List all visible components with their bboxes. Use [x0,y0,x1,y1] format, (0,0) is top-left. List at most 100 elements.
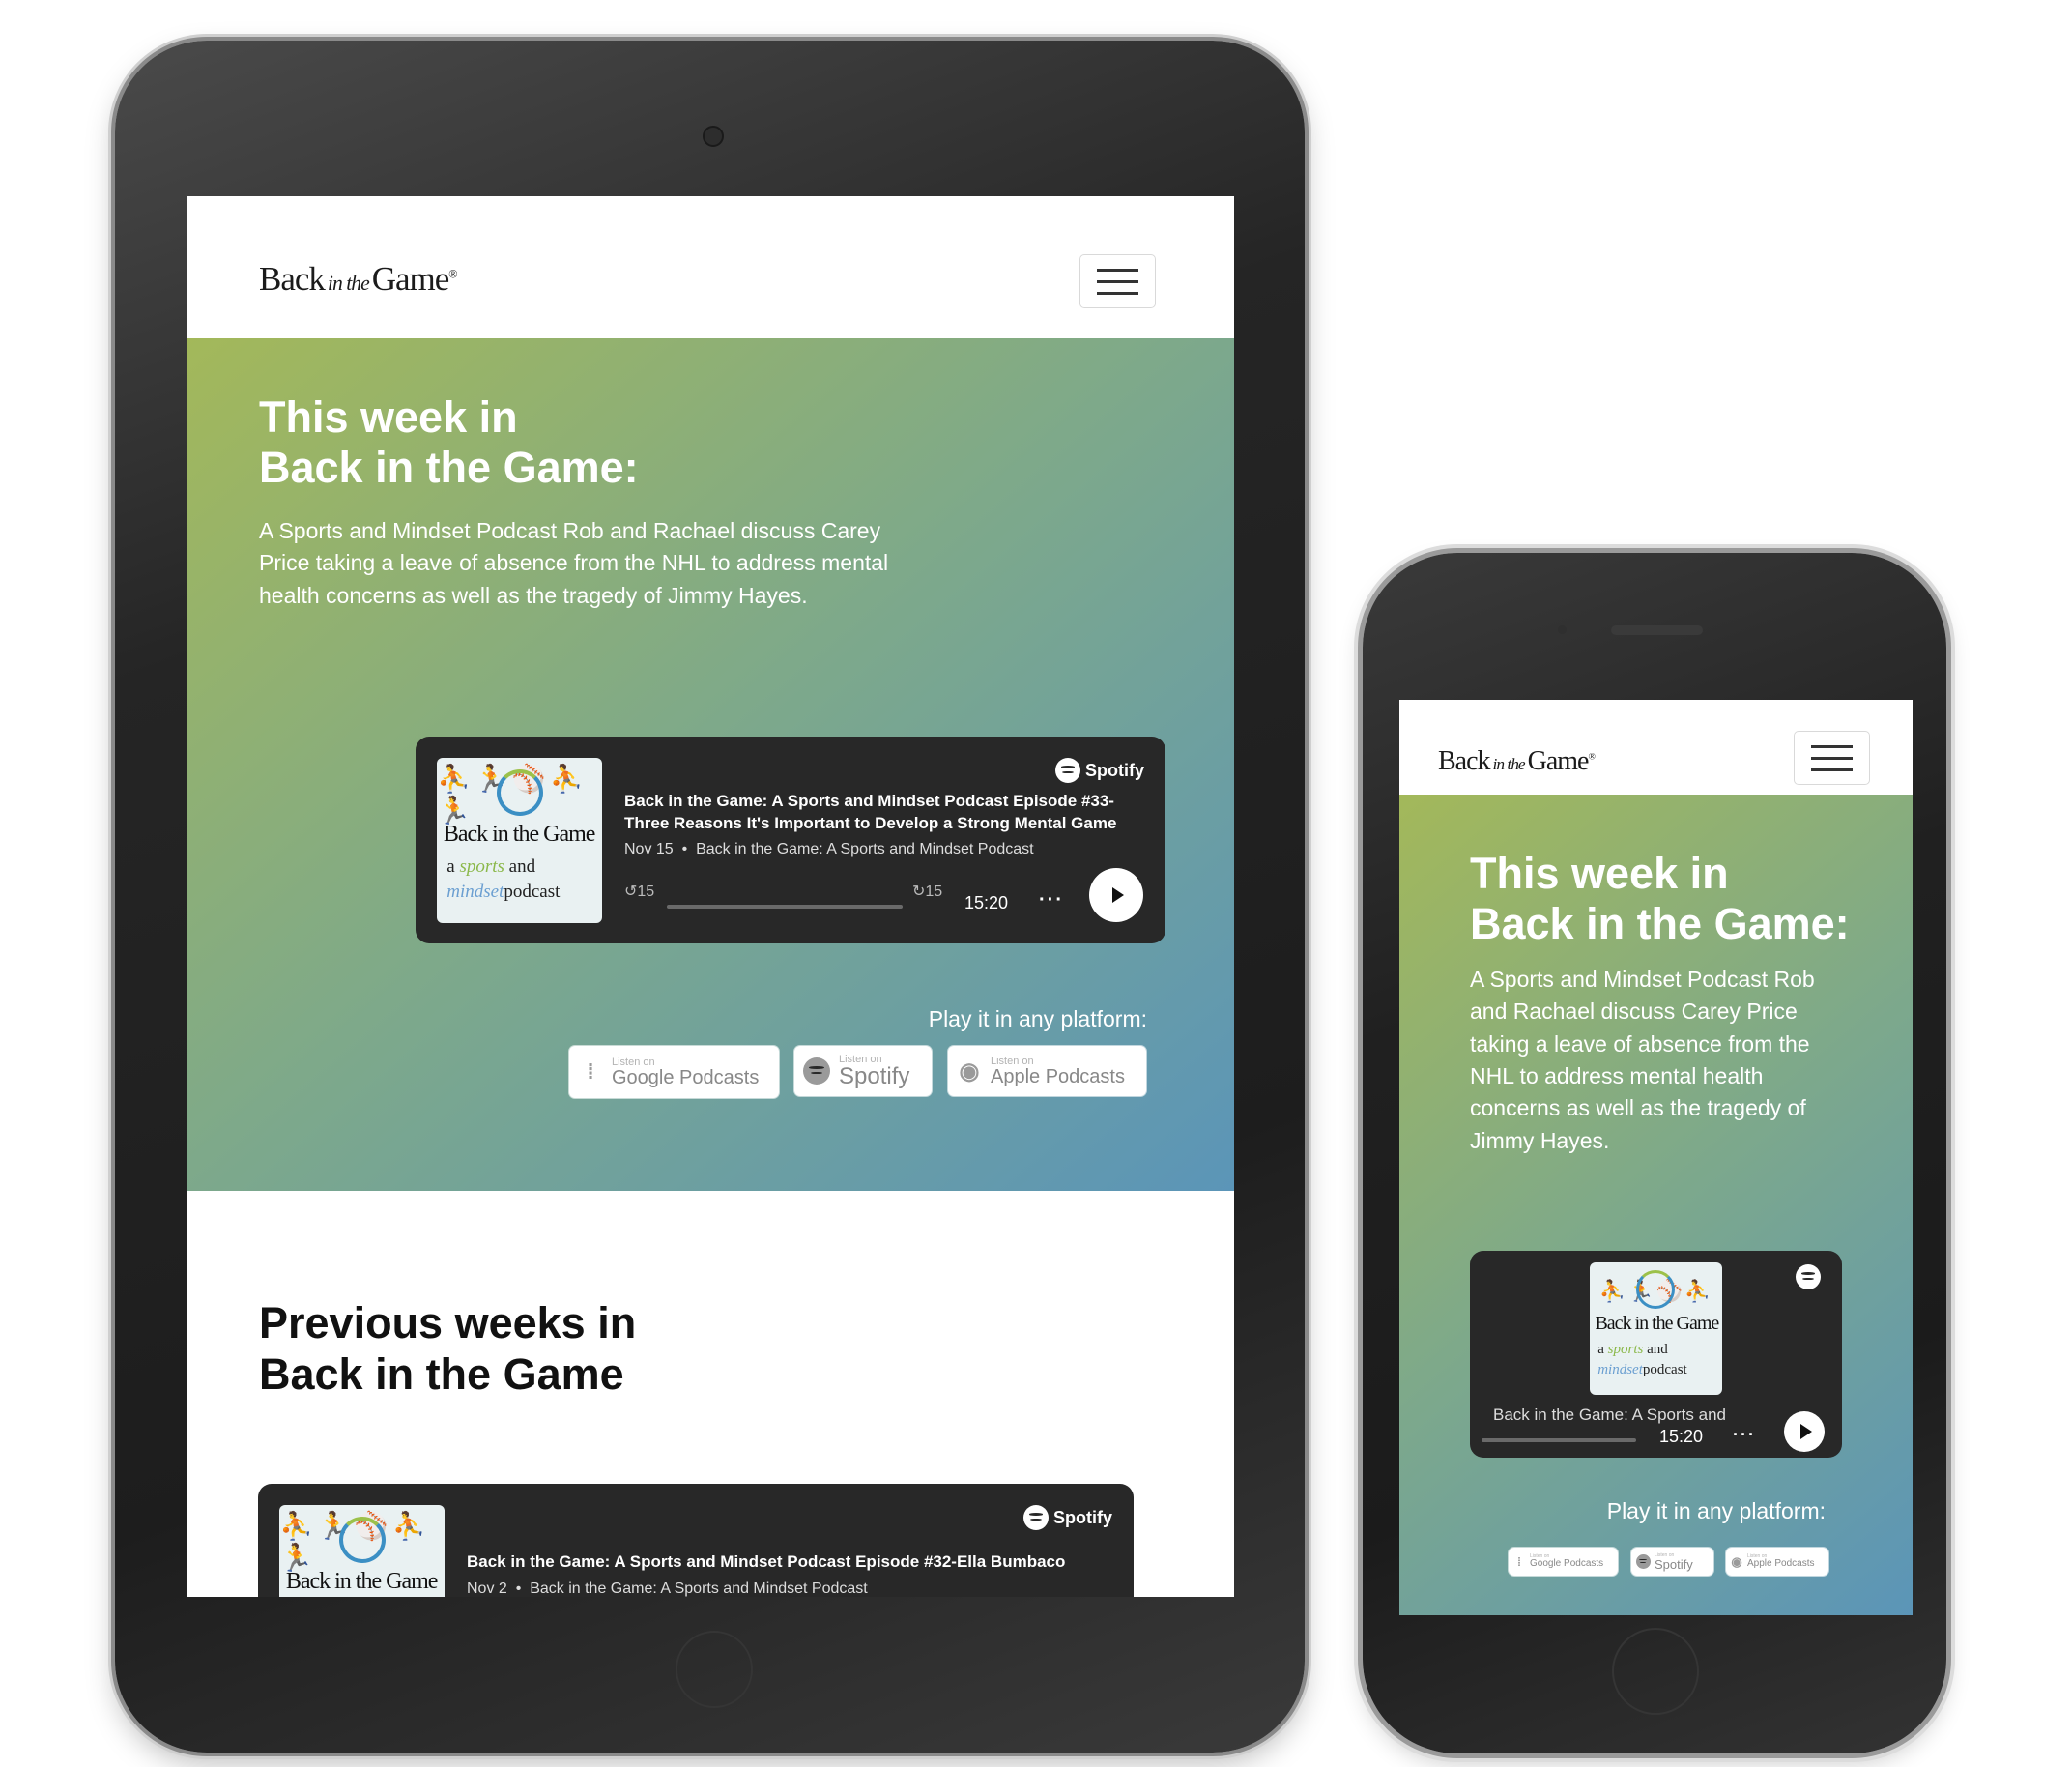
episode-duration: 15:20 [964,893,1009,912]
tablet-screen: Back in theGame® This week in Back in the … [187,196,1234,1597]
skip-back-label: 15 [637,884,655,900]
spotify-embed-player: ⛹🏃⚾⛹ Back in the Game a sports and minds… [1470,1251,1842,1458]
spotify-icon [1796,1264,1821,1289]
cover-ring-icon [497,769,543,816]
badge-label: Spotify [1655,1556,1693,1572]
menu-line-icon [1810,757,1854,760]
google-podcasts-badge[interactable]: ⁞ Listen on Google Podcasts [1509,1548,1618,1576]
spotify-brand[interactable]: Spotify [1055,758,1144,783]
hero-title-line1: This week in [259,392,518,442]
skip-forward-button[interactable]: ↻15 [912,882,942,901]
tablet-home-button [676,1631,753,1708]
spotify-brand[interactable] [1796,1264,1821,1289]
badge-small-text: Listen on [612,1056,655,1068]
tablet-device: Back in theGame® This week in Back in the … [115,41,1305,1753]
cover-subtitle: a sports and [446,856,536,877]
apple-podcasts-icon: ◉ [1731,1553,1742,1569]
menu-line-icon [1810,745,1854,748]
menu-line-icon [1810,768,1854,771]
hero-description: A Sports and Mindset Podcast Rob and Rac… [259,518,889,608]
hero-description: A Sports and Mindset Podcast Rob and Rac… [1470,967,1815,1153]
episode-meta: Nov 2 • Back in the Game: A Sports and M… [467,1580,868,1597]
tablet-camera [703,126,724,147]
menu-line-icon [1096,292,1139,295]
episode-date: Nov 2 [467,1580,507,1597]
spotify-icon [1023,1505,1049,1530]
episode-title[interactable]: Back in the Game: A Sports and Mindset P… [467,1551,1105,1574]
phone-device: Back in the Game® This week in Back in the … [1363,553,1946,1753]
cover-title: Back in the Game [443,822,596,847]
hero-title-line2: Back in the Game: [1470,899,1850,949]
menu-line-icon [1096,280,1139,283]
cover-subtitle-2: mindsetpodcast [1597,1362,1687,1377]
hero-title: This week in Back in the Game: [1470,849,1850,949]
skip-forward-label: 15 [925,884,943,900]
spotify-label: Spotify [1053,1507,1112,1527]
play-button[interactable] [1784,1411,1825,1452]
logo-text-end: Game [371,260,450,298]
skip-back-button[interactable]: ↺15 [624,882,654,901]
more-options-button[interactable]: ··· [1733,1425,1756,1445]
spotify-badge[interactable]: Listen on Spotify [1631,1548,1713,1576]
play-button[interactable] [1089,868,1143,922]
cover-subtitle-2: mindsetpodcast [446,882,561,902]
apple-podcasts-badge[interactable]: ◉ Listen on Apple Podcasts [948,1046,1146,1096]
cover-ring-icon [1636,1270,1675,1309]
logo-text-end: Game [1527,746,1590,776]
google-podcasts-icon: ⁞ [1517,1554,1521,1569]
spotify-icon [1055,758,1080,783]
logo-mark: ® [448,267,457,281]
progress-bar[interactable] [1482,1438,1636,1442]
brand-logo[interactable]: Backin theGame® [259,260,458,299]
spotify-badge[interactable]: Listen on Spotify [794,1046,932,1096]
phone-speaker [1611,625,1703,635]
podcast-cover-art: ⛹🏃⚾⛹🏃 Back in the Game [279,1505,445,1597]
progress-bar[interactable] [667,905,903,909]
previous-title: Previous weeks in Back in the Game [259,1297,636,1400]
hamburger-menu-button[interactable] [1794,731,1870,785]
brand-logo[interactable]: Backin theGame® [1438,746,1596,777]
previous-title-line2: Back in the Game [259,1349,624,1400]
google-podcasts-badge[interactable]: ⁞ Listen on Google Podcasts [569,1046,779,1098]
spotify-brand[interactable]: Spotify [1023,1505,1112,1530]
phone-camera [1558,625,1567,634]
logo-mark: ® [1588,751,1596,763]
badge-label: Google Podcasts [612,1066,760,1088]
logo-small-text: in the [1492,755,1526,773]
device-mockup-stage: Back in theGame® This week in Back in the … [0,0,2072,1767]
badge-small-text: Listen on [991,1055,1034,1067]
previous-weeks-section: Previous weeks in Back in the Game ⛹🏃⚾⛹🏃 … [187,1191,1234,1597]
apple-podcasts-icon: ◉ [959,1057,980,1085]
navbar: Backin theGame® [1399,700,1913,795]
google-podcasts-icon: ⁞ [587,1059,594,1084]
logo-text: Back [1438,746,1491,776]
badge-label: Apple Podcasts [991,1065,1125,1087]
episode-duration: 15:20 [1659,1427,1704,1446]
hero-title-line1: This week in [1470,849,1729,898]
more-options-button[interactable]: ··· [1039,889,1064,912]
badge-label: Apple Podcasts [1747,1558,1815,1569]
spotify-label: Spotify [1085,760,1144,780]
navbar: Backin theGame® [187,196,1234,338]
podcast-cover-art: ⛹🏃⚾⛹ Back in the Game a sports and minds… [1590,1262,1722,1395]
spotify-icon [803,1057,830,1085]
phone-home-button [1612,1628,1699,1715]
spotify-embed-player: ⛹🏃⚾⛹🏃 Back in the Game a sports and mind… [416,737,1166,943]
episode-show[interactable]: Back in the Game: A Sports and Mindset P… [696,841,1034,857]
platform-label: Play it in any platform: [1606,1498,1826,1523]
spotify-embed-player-previous: ⛹🏃⚾⛹🏃 Back in the Game Spotify Back in t… [258,1484,1134,1597]
episode-show[interactable]: Back in the Game: A Sports and [1493,1405,1754,1425]
spotify-icon [1635,1554,1651,1569]
apple-podcasts-badge[interactable]: ◉ Listen on Apple Podcasts [1726,1548,1828,1576]
hamburger-menu-button[interactable] [1079,254,1156,308]
hero-section: This week in Back in the Game: A Sports a… [1399,795,1913,1615]
cover-title: Back in the Game [1595,1313,1719,1334]
logo-text: Back [259,260,326,298]
cover-ring-icon [339,1517,386,1563]
hero-title: This week in Back in the Game: [259,392,639,493]
hero-section: This week in Back in the Game: A Sports a… [187,338,1234,1191]
episode-title[interactable]: Back in the Game: A Sports and Mindset P… [624,791,1146,835]
episode-meta: Nov 15 • Back in the Game: A Sports and … [624,841,1034,857]
cover-subtitle: a sports and [1597,1342,1668,1357]
episode-show[interactable]: Back in the Game: A Sports and Mindset P… [530,1580,868,1597]
